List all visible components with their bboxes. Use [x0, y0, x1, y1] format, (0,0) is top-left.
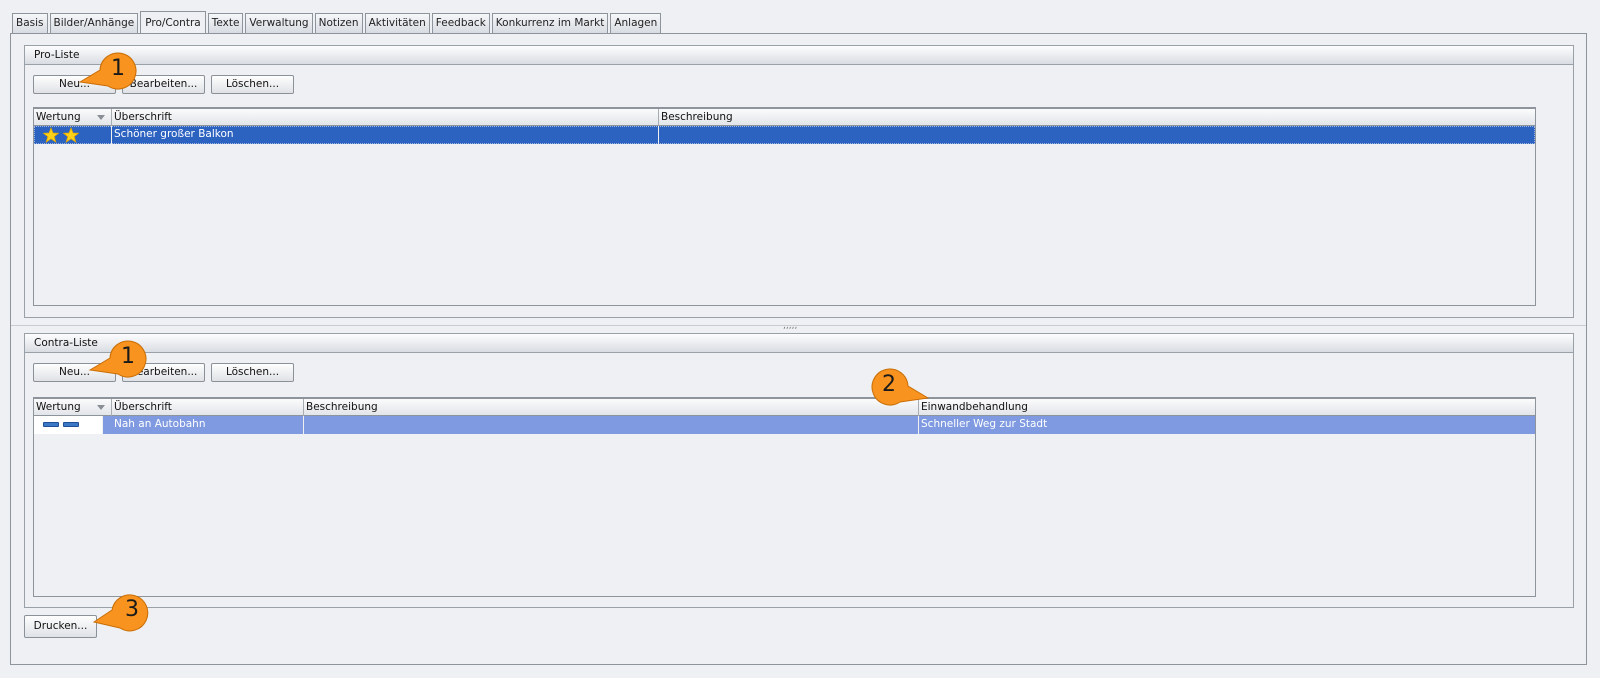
pro-list-title: Pro-Liste — [25, 46, 1573, 65]
contra-list-group: Contra-Liste Neu... Bearbeiten... Lösche… — [24, 333, 1574, 608]
tab-bar: Basis Bilder/Anhänge Pro/Contra Texte Ve… — [12, 10, 663, 34]
callout-marker-1: 1 — [78, 44, 140, 92]
splitter[interactable] — [11, 325, 1586, 329]
column-header-beschreibung[interactable]: Beschreibung — [304, 399, 919, 416]
column-header-wertung[interactable]: Wertung — [34, 399, 112, 416]
callout-marker-3: 3 — [92, 592, 154, 640]
pro-contra-panel: Pro-Liste Neu... Bearbeiten... Löschen..… — [10, 33, 1587, 665]
objection-handling-cell: Schneller Weg zur Stadt — [921, 418, 1048, 430]
callout-number: 2 — [882, 372, 896, 397]
pro-table-header: Wertung Überschrift Beschreibung — [34, 108, 1535, 126]
tab-konkurrenz-im-markt[interactable]: Konkurrenz im Markt — [491, 13, 609, 33]
description-cell — [304, 416, 919, 434]
tab-basis[interactable]: Basis — [12, 13, 48, 33]
contra-delete-button[interactable]: Löschen... — [211, 363, 294, 382]
column-header-ueberschrift[interactable]: Überschrift — [112, 399, 304, 416]
tab-bilder-anhaenge[interactable]: Bilder/Anhänge — [49, 13, 139, 33]
contra-table-header: Wertung Überschrift Beschreibung Einwand… — [34, 398, 1535, 416]
contra-table[interactable]: Wertung Überschrift Beschreibung Einwand… — [33, 397, 1536, 597]
rating-cell — [34, 126, 112, 144]
star-icon — [43, 127, 59, 143]
callout-number: 3 — [125, 597, 139, 622]
callout-marker-2: 2 — [868, 360, 930, 408]
tab-pro-contra[interactable]: Pro/Contra — [140, 11, 206, 34]
description-cell — [659, 126, 1535, 144]
minus-icon — [43, 422, 59, 427]
table-row[interactable]: Schöner großer Balkon — [34, 126, 1535, 144]
minus-icon — [63, 422, 79, 427]
tab-texte[interactable]: Texte — [207, 13, 244, 33]
column-header-beschreibung[interactable]: Beschreibung — [659, 109, 1535, 126]
tab-feedback[interactable]: Feedback — [431, 13, 490, 33]
star-icon — [63, 127, 79, 143]
tab-notizen[interactable]: Notizen — [314, 13, 363, 33]
heading-cell: Schöner großer Balkon — [112, 126, 659, 144]
sort-down-icon — [97, 405, 105, 410]
pro-delete-button[interactable]: Löschen... — [211, 75, 294, 94]
column-label: Wertung — [36, 401, 81, 413]
column-header-wertung[interactable]: Wertung — [34, 109, 112, 126]
column-label: Wertung — [36, 111, 81, 123]
rating-cell — [34, 416, 103, 434]
column-header-einwandbehandlung[interactable]: Einwandbehandlung — [919, 399, 1535, 416]
tab-anlagen[interactable]: Anlagen — [610, 13, 662, 33]
splitter-grip[interactable]: ,,,,, — [783, 321, 797, 331]
pro-list-group: Pro-Liste Neu... Bearbeiten... Löschen..… — [24, 45, 1574, 318]
contra-list-title: Contra-Liste — [25, 334, 1573, 353]
callout-number: 1 — [111, 56, 125, 81]
callout-marker-1: 1 — [88, 332, 150, 380]
callout-number: 1 — [121, 344, 135, 369]
heading-cell: Nah an Autobahn — [112, 416, 304, 434]
table-row[interactable]: Nah an Autobahn Schneller Weg zur Stadt — [34, 416, 1535, 434]
tab-aktivitaeten[interactable]: Aktivitäten — [364, 13, 430, 33]
column-header-ueberschrift[interactable]: Überschrift — [112, 109, 659, 126]
pro-table[interactable]: Wertung Überschrift Beschreibung Schöner… — [33, 107, 1536, 306]
print-button[interactable]: Drucken... — [24, 615, 97, 638]
tab-verwaltung[interactable]: Verwaltung — [245, 13, 313, 33]
sort-down-icon — [97, 115, 105, 120]
